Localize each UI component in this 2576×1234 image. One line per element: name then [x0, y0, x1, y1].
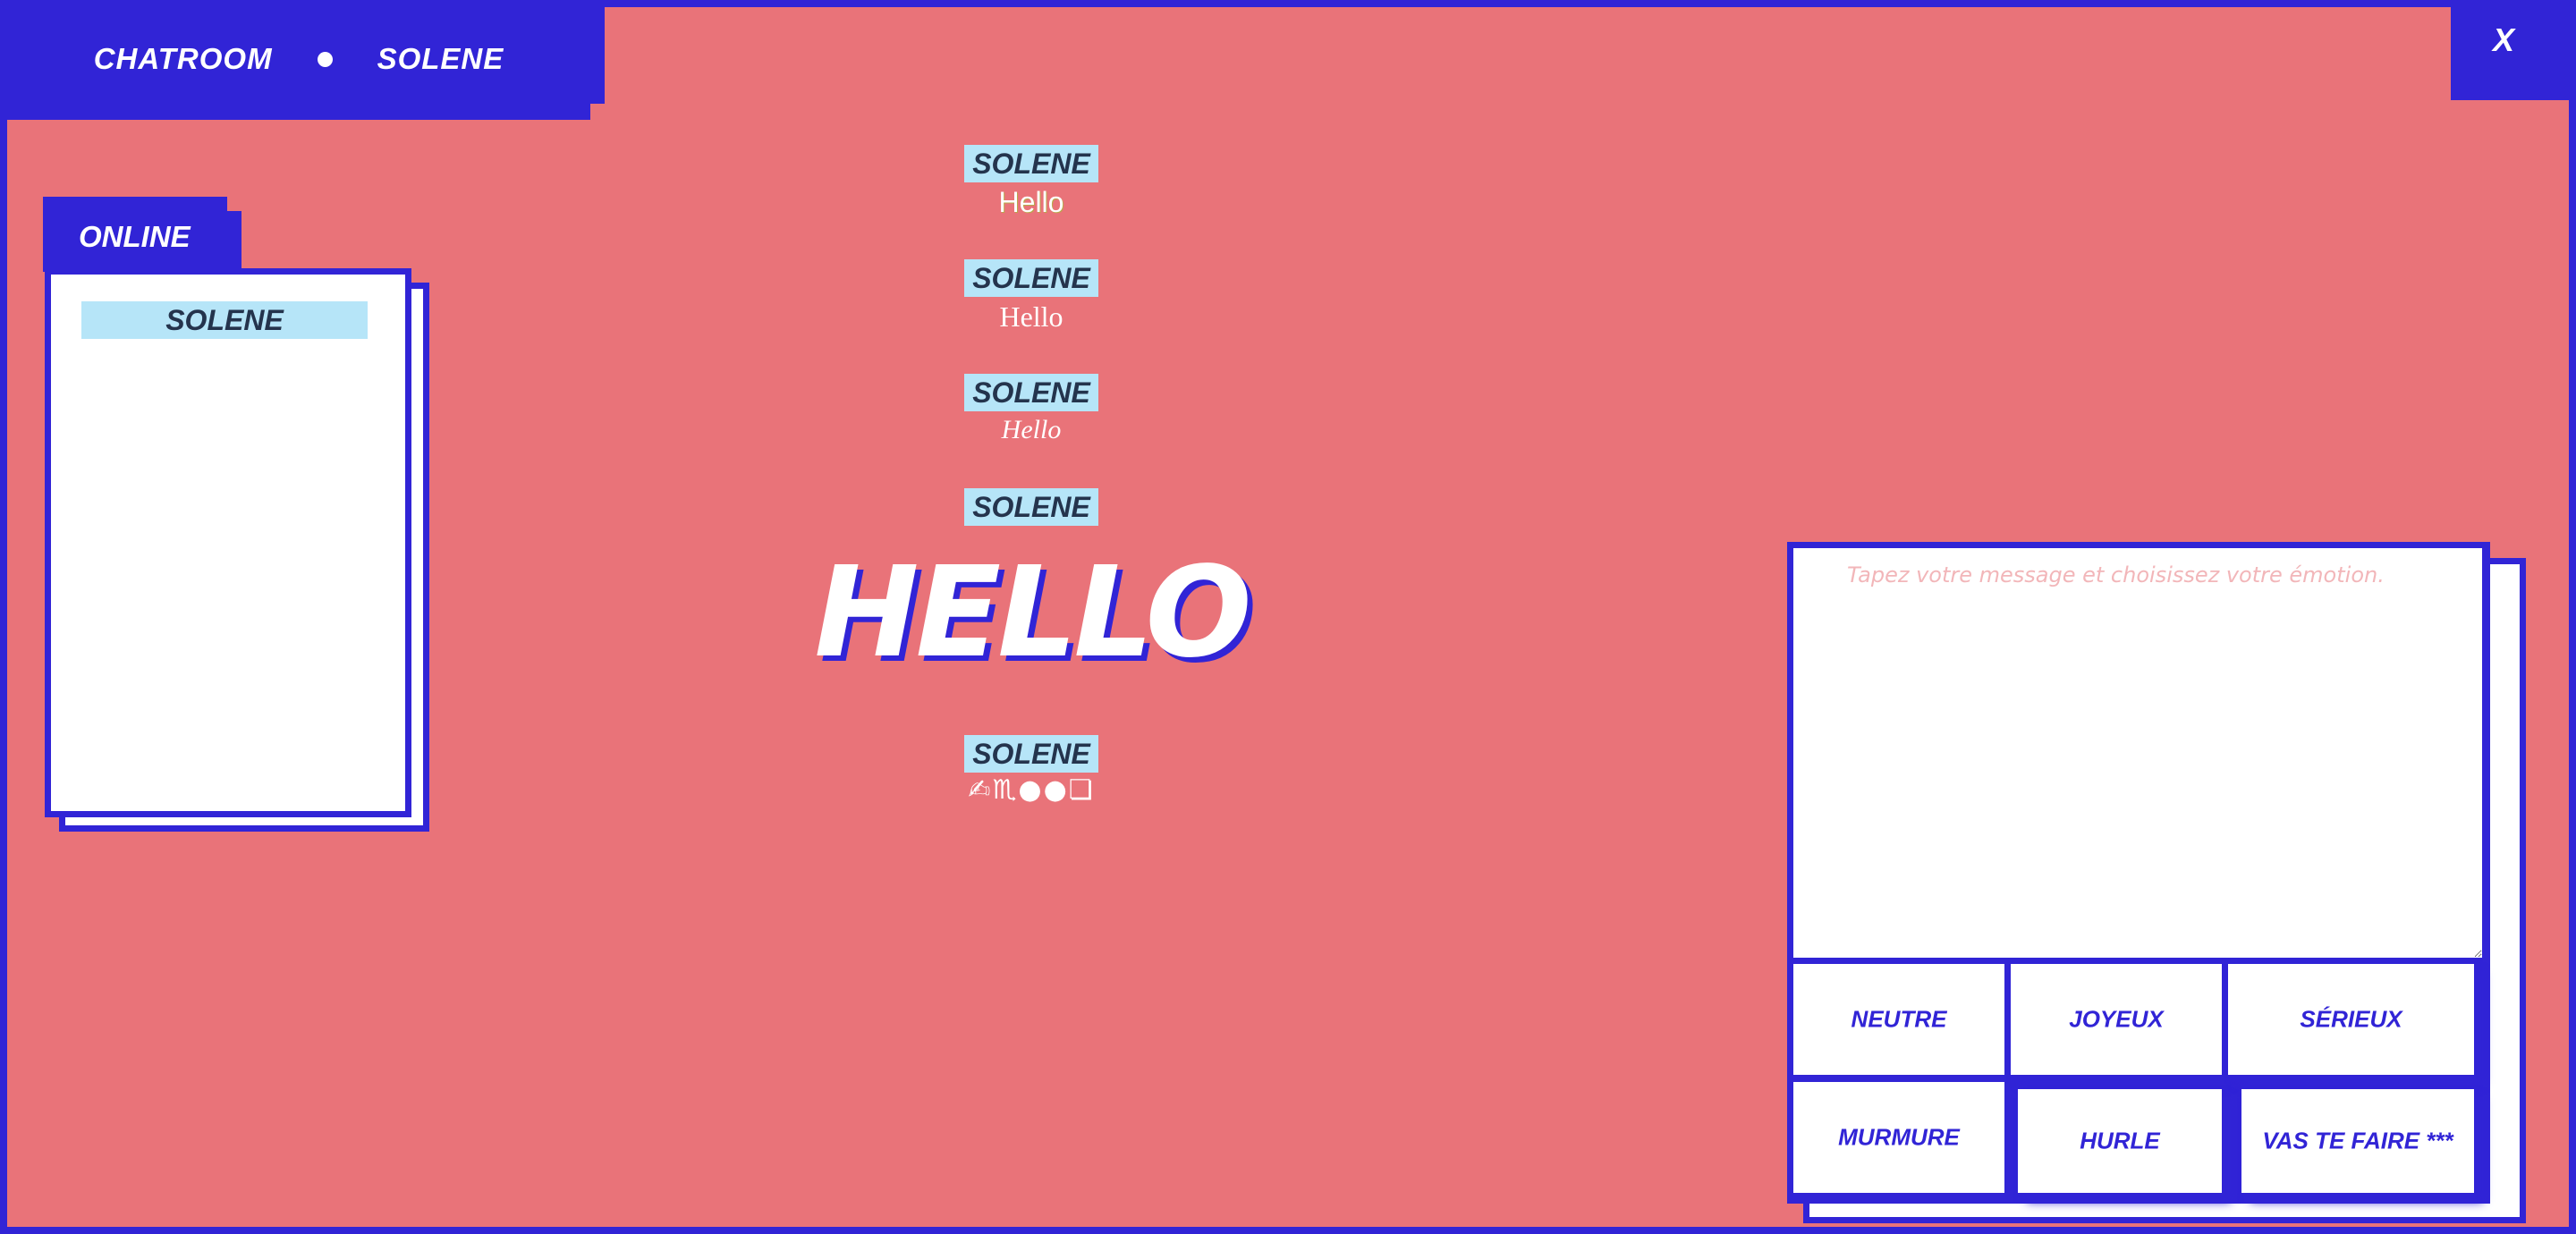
header-title: CHATROOM SOLENE: [7, 7, 590, 111]
message-author: SOLENE: [964, 374, 1098, 411]
online-tab-edge: [227, 211, 242, 272]
message-text: HELLO: [814, 540, 1251, 686]
message-author: SOLENE: [964, 259, 1098, 297]
online-users-panel: SOLENE: [45, 268, 411, 817]
message-author: SOLENE: [964, 735, 1098, 773]
online-user[interactable]: SOLENE: [81, 301, 368, 339]
message-input[interactable]: [1793, 548, 2482, 958]
emotion-button-label: MURMURE: [1838, 1123, 1960, 1151]
current-user: SOLENE: [377, 42, 504, 75]
emotion-murmure-button[interactable]: MURMURE: [1793, 1082, 2004, 1193]
message-author: SOLENE: [964, 488, 1098, 526]
message-text: Hello: [999, 300, 1063, 333]
emotion-joyeux-button[interactable]: JOYEUX: [2011, 964, 2222, 1075]
emotion-button-label: VAS TE FAIRE ***: [2262, 1127, 2453, 1154]
chatroom-stage: CHATROOM SOLENE X ONLINE SOLENE SOLENE H…: [7, 0, 2569, 1227]
emotion-button-label: JOYEUX: [2069, 1005, 2164, 1033]
message-text: ✍♏●●❏: [968, 774, 1095, 806]
close-button[interactable]: X: [2451, 0, 2569, 100]
emotion-neutre-button[interactable]: NEUTRE: [1793, 964, 2004, 1075]
message-text: Hello: [998, 186, 1064, 218]
emotion-hurle-button[interactable]: HURLE: [2018, 1089, 2222, 1193]
online-tab: ONLINE: [43, 197, 242, 272]
compose-panel: NEUTRE JOYEUX SÉRIEUX MURMURE HURLE VAS …: [1787, 542, 2490, 1204]
header-tab-notch: [590, 7, 605, 104]
emotion-button-label: HURLE: [2080, 1127, 2160, 1154]
online-title: ONLINE: [79, 220, 191, 253]
message-text: Hello: [1001, 415, 1062, 444]
emotion-button-label: SÉRIEUX: [2300, 1005, 2402, 1033]
emotion-vas-te-faire-button[interactable]: VAS TE FAIRE ***: [2241, 1089, 2474, 1193]
message-author: SOLENE: [964, 145, 1098, 182]
app-title: CHATROOM: [93, 42, 273, 75]
close-icon: X: [2492, 21, 2514, 58]
separator-dot: [317, 51, 333, 67]
emotion-button-label: NEUTRE: [1851, 1005, 1947, 1033]
emotion-serieux-button[interactable]: SÉRIEUX: [2228, 964, 2474, 1075]
header-tab: CHATROOM SOLENE: [7, 7, 605, 120]
